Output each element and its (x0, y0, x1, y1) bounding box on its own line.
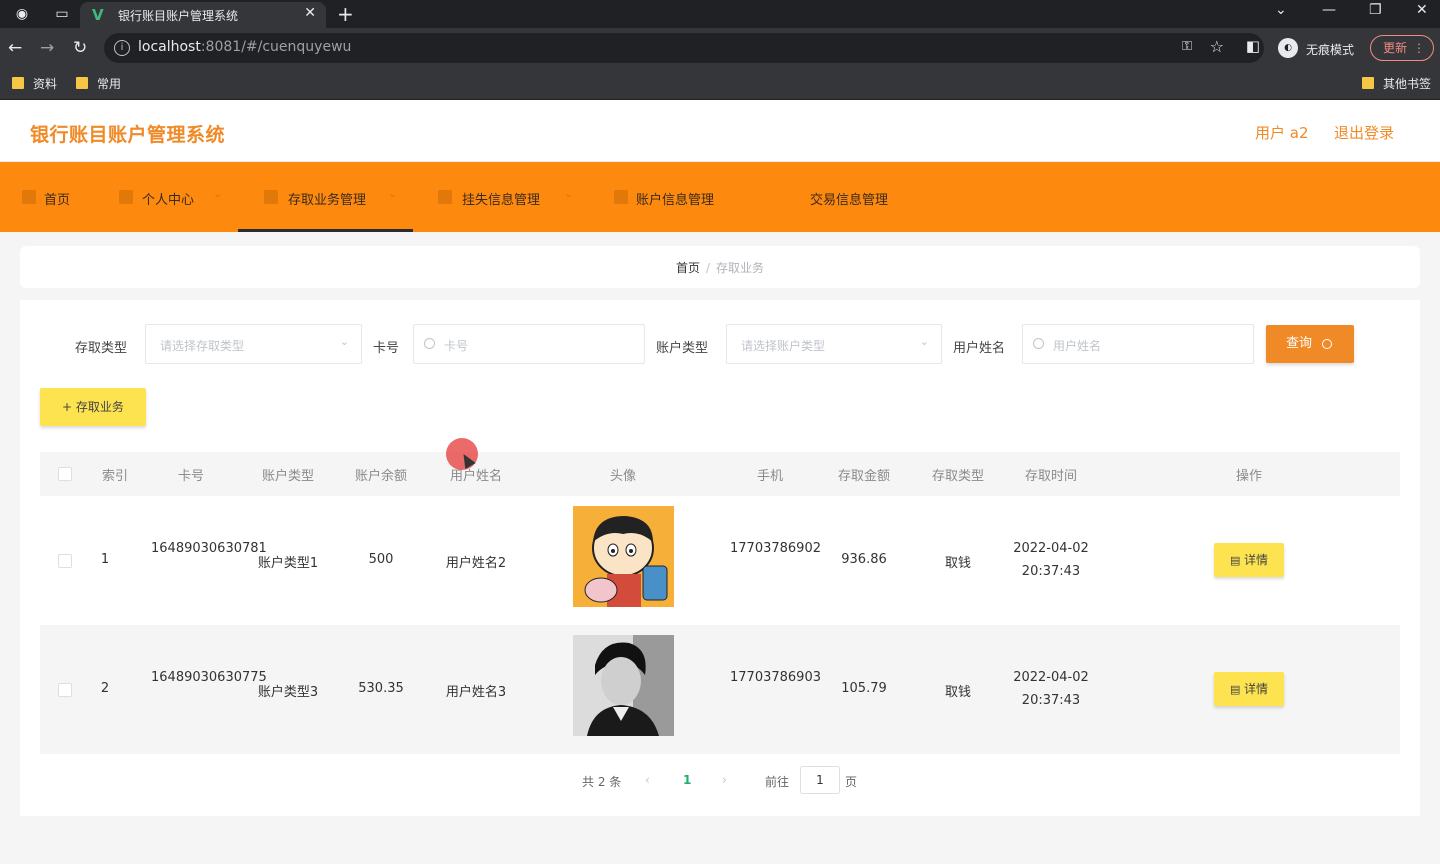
detail-button[interactable]: ▤ 详情 (1214, 672, 1284, 706)
chevron-down-icon: ⌄ (213, 187, 223, 200)
app-header: 银行账目账户管理系统 用户 a2 退出登录 (0, 100, 1440, 162)
folder-icon (1362, 77, 1374, 89)
home-icon (22, 190, 36, 204)
tab-list-chevron-icon[interactable]: ⌄ (1275, 2, 1287, 18)
tab-search-icon[interactable]: ▭ (52, 4, 72, 24)
url-text: localhost:8081/#/cuenquyewu (138, 39, 352, 55)
site-info-icon[interactable]: i (114, 40, 130, 56)
op-type-select[interactable]: 请选择存取类型 ⌄ (145, 324, 362, 364)
account-type-select[interactable]: 请选择账户类型 ⌄ (726, 324, 942, 364)
bookmark-folder-changyong[interactable]: 常用 (76, 75, 121, 93)
chrome-menu-icon[interactable]: ◉ (12, 4, 32, 24)
user-icon (119, 190, 133, 204)
breadcrumb: 首页 / 存取业务 (20, 246, 1420, 288)
reload-icon[interactable]: ↻ (73, 37, 87, 59)
bookmark-star-icon[interactable]: ☆ (1210, 37, 1224, 56)
menu-icon (614, 190, 628, 204)
bookmarks-bar: 资料 常用 其他书签 (0, 68, 1440, 100)
search-icon (424, 338, 435, 349)
username-input[interactable]: 用户姓名 (1022, 324, 1254, 364)
table-row: 2 16489030630775 账户类型3 530.35 用户姓名3 1770… (40, 625, 1400, 754)
tab-close-icon[interactable]: ✕ (304, 5, 316, 21)
new-tab-icon[interactable]: + (337, 2, 354, 26)
tab-title: 银行账目账户管理系统 (118, 9, 239, 23)
table-header: 索引 卡号 账户类型 账户余额 用户姓名 头像 手机 存取金额 存取类型 存取时… (40, 452, 1400, 496)
menu-icon (264, 190, 278, 204)
vue-favicon-icon: V (92, 6, 104, 24)
address-bar[interactable]: i localhost:8081/#/cuenquyewu ⚿ ☆ ◧ (104, 33, 1264, 63)
browser-tab-strip: ◉ ▭ V 银行账目账户管理系统 ✕ + ⌄ — ❐ ✕ (0, 0, 1440, 28)
search-icon (1033, 338, 1044, 349)
pagination-goto-label: 前往 (765, 775, 790, 789)
back-arrow-icon[interactable]: ← (8, 37, 22, 59)
main-menu: 首页 个人中心 ⌄ 存取业务管理 ⌄ 挂失信息管理 ⌄ 账户信息管理 交易信息管… (0, 162, 1440, 232)
current-user: 用户 a2 (1255, 124, 1309, 142)
detail-button[interactable]: ▤ 详情 (1214, 543, 1284, 577)
other-bookmarks[interactable]: 其他书签 (1362, 75, 1431, 93)
key-icon[interactable]: ⚿ (1182, 39, 1192, 54)
browser-toolbar: ← → ↻ i localhost:8081/#/cuenquyewu ⚿ ☆ … (0, 28, 1440, 68)
query-button[interactable]: 查询 (1266, 325, 1354, 363)
forward-arrow-icon[interactable]: → (40, 37, 54, 59)
menu-item-home[interactable]: 首页 (0, 162, 90, 232)
prev-page-icon[interactable]: ‹ (645, 773, 650, 787)
menu-item-account-info[interactable]: 账户信息管理 (592, 162, 742, 232)
filter-label-card: 卡号 (373, 341, 400, 356)
breadcrumb-home[interactable]: 首页 (676, 261, 700, 275)
pagination-page-1[interactable]: 1 (683, 773, 691, 787)
menu-item-loss-report[interactable]: 挂失信息管理 ⌄ (416, 162, 590, 232)
app-title: 银行账目账户管理系统 (30, 124, 226, 146)
more-vertical-icon: ⋮ (1413, 41, 1425, 55)
incognito-icon: ◐ (1278, 38, 1298, 58)
card-number-input[interactable]: 卡号 (413, 324, 645, 364)
chevron-down-icon: ⌄ (388, 187, 398, 200)
row-checkbox[interactable] (58, 683, 72, 697)
breadcrumb-current: 存取业务 (716, 261, 765, 275)
filter-label-op-type: 存取类型 (75, 341, 128, 356)
filter-label-username: 用户姓名 (953, 341, 1006, 356)
pagination-total: 共 2 条 (582, 775, 622, 789)
select-all-checkbox[interactable] (58, 467, 72, 481)
avatar-image (573, 635, 674, 736)
menu-item-personal-center[interactable]: 个人中心 ⌄ (95, 162, 235, 232)
minimize-icon[interactable]: — (1322, 2, 1336, 18)
update-button[interactable]: 更新 ⋮ (1370, 35, 1434, 61)
browser-tab[interactable]: V 银行账目账户管理系统 ✕ (80, 2, 326, 28)
menu-item-transaction-info[interactable]: 交易信息管理 (790, 162, 940, 232)
page-jump-input[interactable]: 1 (800, 766, 840, 794)
row-checkbox[interactable] (58, 554, 72, 568)
add-deposit-button[interactable]: + 存取业务 (40, 388, 146, 426)
chevron-down-icon: ⌄ (339, 335, 349, 348)
chevron-down-icon: ⌄ (564, 187, 574, 200)
avatar-image (573, 506, 674, 607)
next-page-icon[interactable]: › (722, 773, 727, 787)
table-row: 1 16489030630781 账户类型1 500 用户姓名2 1770378… (40, 496, 1400, 625)
logout-link[interactable]: 退出登录 (1334, 122, 1394, 143)
document-icon: ▤ (1230, 683, 1244, 696)
menu-icon (438, 190, 452, 204)
menu-item-deposit-withdraw[interactable]: 存取业务管理 ⌄ (238, 162, 413, 232)
chevron-down-icon: ⌄ (919, 335, 929, 348)
pagination-page-unit: 页 (845, 775, 858, 789)
folder-icon (76, 77, 88, 89)
folder-icon (12, 77, 24, 89)
bookmark-folder-ziliao[interactable]: 资料 (12, 75, 57, 93)
search-icon (1322, 339, 1332, 349)
restore-icon[interactable]: ❐ (1369, 2, 1382, 18)
side-panel-icon[interactable]: ◧ (1246, 37, 1260, 55)
filter-label-account-type: 账户类型 (656, 341, 709, 356)
document-icon: ▤ (1230, 554, 1244, 567)
window-close-icon[interactable]: ✕ (1416, 2, 1428, 18)
incognito-indicator[interactable]: ◐ 无痕模式 (1278, 33, 1366, 63)
